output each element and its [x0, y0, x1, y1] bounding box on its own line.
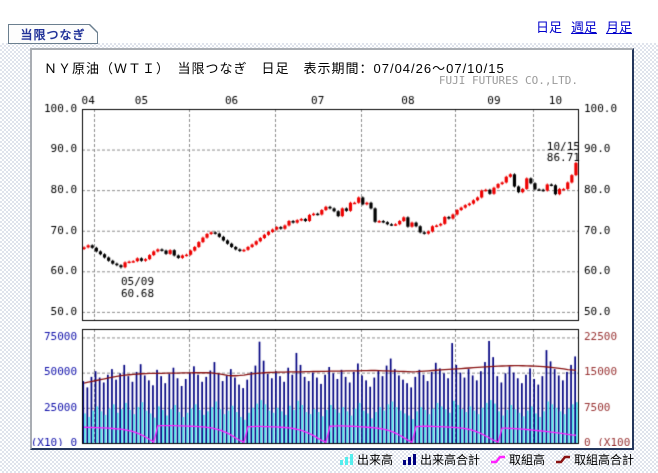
volume-bars-icon — [340, 454, 354, 465]
legend-label: 取組高 — [509, 451, 545, 468]
tab-front-month-continuation[interactable]: 当限つなぎ — [8, 24, 98, 44]
legend-item-open-interest: 取組高 — [490, 451, 545, 468]
company-name: FUJI FUTURES CO.,LTD. — [439, 74, 578, 87]
price-volume-chart — [32, 90, 632, 446]
nav-link-monthly[interactable]: 月足 — [606, 17, 632, 36]
open-interest-line-icon — [490, 454, 506, 465]
oi-total-line-icon — [555, 454, 571, 465]
legend-item-volume: 出来高 — [340, 451, 393, 468]
chart-title: ＮＹ原油（ＷＴＩ） 当限つなぎ 日足 表示期間：07/04/26～07/10/1… — [44, 58, 505, 77]
legend-label: 取組高合計 — [574, 451, 634, 468]
chart-panel: ＮＹ原油（ＷＴＩ） 当限つなぎ 日足 表示期間：07/04/26～07/10/1… — [30, 48, 634, 450]
legend-label: 出来高合計 — [420, 451, 480, 468]
nav-link-daily[interactable]: 日足 — [536, 17, 562, 36]
legend-label: 出来高 — [357, 451, 393, 468]
chart-legend: 出来高 出来高合計 取組高 取組高合計 — [340, 451, 634, 468]
tab-label: 当限つなぎ — [9, 25, 97, 43]
volume-total-bars-icon — [403, 454, 417, 465]
legend-item-oi-total: 取組高合計 — [555, 451, 634, 468]
legend-item-volume-total: 出来高合計 — [403, 451, 480, 468]
nav-link-weekly[interactable]: 週足 — [571, 17, 597, 36]
chart-period-nav: 日足 週足 月足 — [536, 17, 632, 36]
